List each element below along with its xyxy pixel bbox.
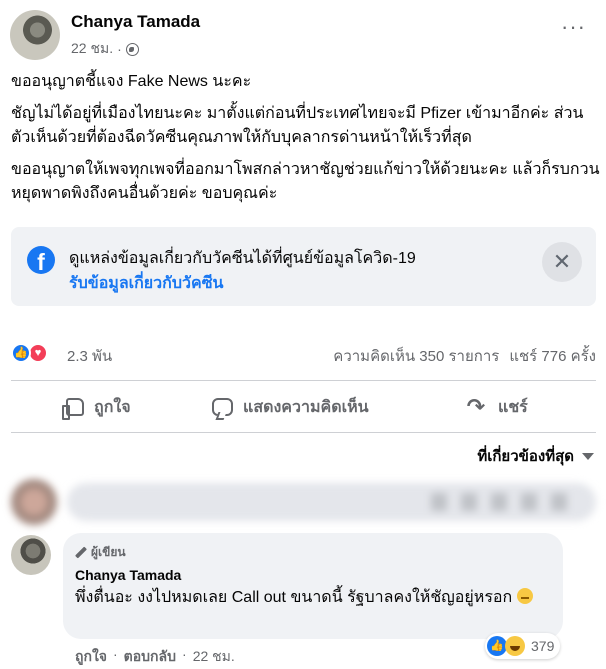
post-header: Chanya Tamada 22 ชม. · ··· <box>10 10 600 60</box>
chevron-down-icon <box>582 452 594 460</box>
share-count[interactable]: แชร์ 776 ครั้ง <box>509 344 596 368</box>
post-timestamp[interactable]: 22 ชม. <box>71 38 113 60</box>
pen-icon <box>75 547 87 559</box>
comment-like-link[interactable]: ถูกใจ <box>75 646 107 668</box>
like-reaction-icon: 👍 <box>487 636 507 656</box>
stats-right: ความคิดเห็น 350 รายการ แชร์ 776 ครั้ง <box>333 344 596 368</box>
divider <box>11 380 596 381</box>
divider <box>11 432 596 433</box>
comment-label: แสดงความคิดเห็น <box>243 398 369 416</box>
comment-count[interactable]: ความคิดเห็น 350 รายการ <box>333 344 499 368</box>
vaccine-info-link[interactable]: รับข้อมูลเกี่ยวกับวัคซีน <box>69 271 224 296</box>
comment-reactions[interactable]: 👍 379 <box>485 633 561 659</box>
more-options-button[interactable]: ··· <box>561 16 586 38</box>
comment-bubble: ผู้เขียน Chanya Tamada พึ่งตื่นอะ งงไปหม… <box>63 533 563 639</box>
comment-reply-link[interactable]: ตอบกลับ <box>124 646 176 668</box>
post-stats: 👍 ♥ 2.3 พัน ความคิดเห็น 350 รายการ แชร์ … <box>11 340 596 366</box>
viewer-avatar <box>11 479 57 525</box>
post-paragraph-2: ชัญไม่ได้อยู่ที่เมืองไทยนะคะ มาตั้งแต่ก่… <box>11 105 584 146</box>
post-paragraph-1: ขออนุญาตชี้แจง Fake News นะคะ <box>11 73 252 90</box>
post-meta: 22 ชม. · <box>71 38 139 60</box>
thumbs-up-icon <box>62 398 84 420</box>
comment-text: พึ่งตื่นอะ งงไปหมดเลย Call out ขนาดนี้ ร… <box>75 589 513 606</box>
covid-info-box: f ดูแหล่งข้อมูลเกี่ยวกับวัคซีนได้ที่ศูนย… <box>11 227 596 306</box>
share-arrow-icon: ↷ <box>466 394 486 419</box>
share-label: แชร์ <box>498 398 528 416</box>
close-info-box-button[interactable]: ✕ <box>542 242 582 282</box>
author-badge-label: ผู้เขียน <box>91 545 126 559</box>
comment-author-name[interactable]: Chanya Tamada <box>75 567 181 583</box>
comment-button[interactable]: แสดงความคิดเห็น <box>212 389 369 425</box>
info-box-title: ดูแหล่งข้อมูลเกี่ยวกับวัคซีนได้ที่ศูนย์ข… <box>69 250 416 267</box>
sort-label: ที่เกี่ยวข้องที่สุด <box>477 448 574 465</box>
commenter-avatar[interactable] <box>11 535 51 575</box>
comment-action-dot: · <box>182 646 187 662</box>
globe-icon <box>125 42 139 56</box>
comment-composer[interactable] <box>11 475 596 525</box>
love-reaction-icon: ♥ <box>28 343 48 363</box>
comment-actions: ถูกใจ · ตอบกลับ · 22 ชม. <box>75 646 235 668</box>
haha-reaction-icon <box>505 636 525 656</box>
composer-tool-icons <box>431 493 581 511</box>
rolling-eyes-emoji-icon <box>516 588 533 604</box>
post-paragraph-3: ขออนุญาตให้เพจทุกเพจที่ออกมาโพสกล่าวหาชั… <box>11 161 600 202</box>
comment-reaction-count: 379 <box>531 638 555 654</box>
like-reaction-icon: 👍 <box>11 343 31 363</box>
comment-action-dot: · <box>113 646 118 662</box>
comment-timestamp[interactable]: 22 ชม. <box>193 646 235 668</box>
facebook-logo-icon: f <box>27 246 55 274</box>
comment-bubble-icon <box>212 398 233 416</box>
comment-sort-dropdown[interactable]: ที่เกี่ยวข้องที่สุด <box>477 444 594 468</box>
author-badge: ผู้เขียน <box>75 543 126 562</box>
post-author-name[interactable]: Chanya Tamada <box>71 12 200 32</box>
comment-text-wrap: พึ่งตื่นอะ งงไปหมดเลย Call out ขนาดนี้ ร… <box>75 586 545 610</box>
share-button[interactable]: ↷ แชร์ <box>464 389 528 425</box>
reaction-count[interactable]: 2.3 พัน <box>67 344 112 368</box>
meta-separator: · <box>117 41 122 57</box>
like-button[interactable]: ถูกใจ <box>62 389 131 425</box>
like-label: ถูกใจ <box>94 398 131 416</box>
author-avatar[interactable] <box>10 10 60 60</box>
